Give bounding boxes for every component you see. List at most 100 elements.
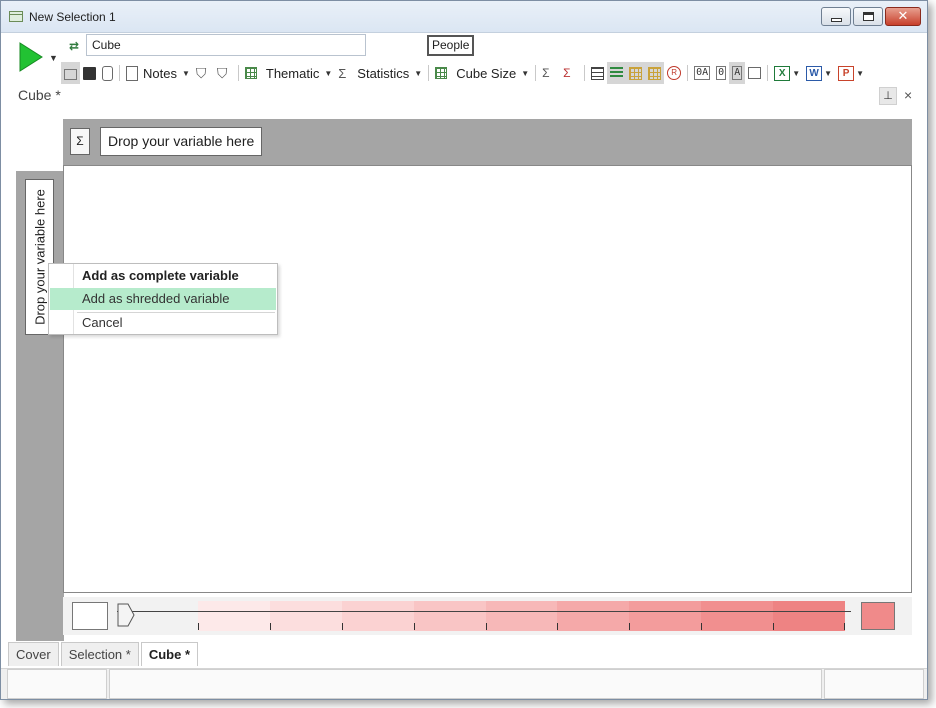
toolbar-separator	[428, 65, 430, 81]
color-scale-bar	[63, 597, 912, 635]
scale-tick	[557, 623, 558, 630]
scale-tick	[844, 623, 845, 630]
save-button[interactable]	[80, 62, 99, 84]
close-document-button[interactable]: ×	[904, 87, 912, 103]
chevron-down-icon: ▼	[181, 68, 190, 78]
grid-view-button[interactable]	[626, 62, 646, 84]
save-icon	[83, 66, 96, 80]
chevron-down-icon: ▼	[324, 68, 333, 78]
main-toolbar: Notes ▼ ⛉ ⛉ Thematic ▼ Σ Statistics ▼ Cu…	[61, 61, 867, 85]
cube-name-input[interactable]	[86, 34, 366, 56]
scale-tick	[629, 623, 630, 630]
window-icon	[9, 11, 23, 22]
filter-button[interactable]: ⛉	[193, 62, 214, 84]
word-icon: W	[806, 65, 823, 81]
rename-icon: ⇄	[69, 39, 80, 53]
cube-size-button[interactable]: Cube Size ▼	[432, 62, 532, 84]
excel-icon: X	[774, 65, 791, 81]
pin-button[interactable]: ⊥	[879, 87, 897, 105]
maximize-button[interactable]	[853, 7, 883, 26]
tab-cover[interactable]: Cover	[8, 642, 59, 666]
column-drop-zone[interactable]: Σ Drop your variable here	[63, 119, 912, 165]
scale-tick	[342, 623, 343, 630]
powerpoint-icon: P	[838, 65, 855, 81]
close-window-button[interactable]: ✕	[885, 7, 921, 26]
zero-a-icon: 0A	[694, 66, 711, 80]
drop-row-label: Drop your variable here	[32, 189, 47, 325]
minimize-icon	[830, 17, 842, 22]
chart-button[interactable]	[745, 62, 764, 84]
thematic-button[interactable]: Thematic ▼	[242, 62, 335, 84]
notes-label: Notes	[143, 65, 177, 81]
menu-item-cancel[interactable]: Cancel	[50, 312, 276, 334]
run-button[interactable]	[17, 41, 45, 73]
export-powerpoint-button[interactable]: P ▼	[835, 62, 867, 84]
status-cell-middle	[109, 669, 822, 699]
tab-cube[interactable]: Cube *	[140, 642, 199, 666]
close-icon: ✕	[897, 9, 909, 24]
database-button[interactable]	[99, 62, 116, 84]
chevron-down-icon: ▼	[824, 68, 833, 78]
toolbar-separator	[767, 65, 769, 81]
minimize-button[interactable]	[821, 7, 851, 26]
arrow-grid-icon	[648, 66, 662, 80]
tab-selection[interactable]: Selection *	[60, 642, 139, 666]
notes-button[interactable]: Notes ▼	[123, 62, 193, 84]
statistics-label: Statistics	[357, 65, 410, 81]
lines-view-button[interactable]	[607, 62, 627, 84]
export-word-button[interactable]: W ▼	[803, 62, 835, 84]
grid-icon	[629, 66, 643, 80]
status-cell-right	[824, 669, 924, 699]
sum-rows-button[interactable]: Σ	[539, 62, 560, 84]
r-button[interactable]: R	[664, 62, 684, 84]
chevron-down-icon: ▼	[856, 68, 864, 78]
run-dropdown-arrow[interactable]: ▼	[49, 53, 58, 63]
menu-item-add-complete[interactable]: Add as complete variable	[50, 265, 276, 287]
toolbar-separator	[119, 65, 120, 81]
chevron-down-icon: ▼	[521, 68, 530, 78]
sigma-icon: Σ	[338, 65, 347, 81]
maximize-icon	[862, 12, 874, 21]
show-a-button[interactable]: A	[729, 62, 746, 84]
scale-tick	[486, 623, 487, 630]
row-drop-zone[interactable]: Drop your variable here	[16, 171, 64, 641]
scale-slider-handle[interactable]	[117, 603, 135, 627]
scale-ticks	[198, 623, 845, 631]
table-view-button[interactable]	[588, 62, 607, 84]
window-title: New Selection 1	[29, 10, 116, 24]
status-bar	[1, 668, 927, 699]
sheet-tabs: Cover Selection * Cube *	[8, 642, 200, 668]
chevron-down-icon: ▼	[792, 68, 801, 78]
chart-icon	[748, 67, 762, 79]
application-window: New Selection 1 ✕ ▼ ⇄ People	[0, 0, 928, 700]
sum-arrow-icon: Σ	[542, 65, 550, 80]
table-icon	[591, 66, 605, 80]
toolbar-area: ▼ ⇄ People Notes ▼ ⛉ ⛉	[1, 33, 927, 113]
menu-item-add-shredded[interactable]: Add as shredded variable	[50, 288, 276, 310]
database-icon	[102, 65, 113, 81]
status-cell-left	[7, 669, 107, 699]
cube-table-area[interactable]	[63, 165, 912, 593]
export-excel-button[interactable]: X ▼	[771, 62, 803, 84]
people-button[interactable]: People	[427, 35, 475, 56]
drop-column-variable[interactable]: Drop your variable here	[100, 127, 263, 156]
lock-button[interactable]	[61, 62, 80, 84]
filter-options-button[interactable]: ⛉	[214, 62, 235, 84]
close-icon: ×	[904, 87, 913, 103]
scale-tick	[701, 623, 702, 630]
context-menu: Add as complete variable Add as shredded…	[48, 263, 278, 335]
filter-options-icon: ⛉	[216, 64, 228, 81]
notes-icon	[126, 65, 138, 81]
statistics-button[interactable]: Σ Statistics ▼	[335, 62, 425, 84]
filter-icon: ⛉	[195, 64, 207, 81]
sum-columns-button[interactable]: Σ	[560, 62, 581, 84]
high-color-swatch[interactable]	[861, 602, 895, 630]
show-zero-button[interactable]: 0	[713, 62, 729, 84]
arrow-grid-button[interactable]	[645, 62, 665, 84]
sigma-button[interactable]: Σ	[70, 128, 90, 155]
pin-icon: ⊥	[883, 90, 893, 102]
cube-size-icon	[435, 67, 448, 79]
show-zero-a-button[interactable]: 0A	[691, 62, 713, 84]
title-bar[interactable]: New Selection 1 ✕	[1, 1, 927, 33]
low-color-swatch[interactable]	[72, 602, 108, 630]
